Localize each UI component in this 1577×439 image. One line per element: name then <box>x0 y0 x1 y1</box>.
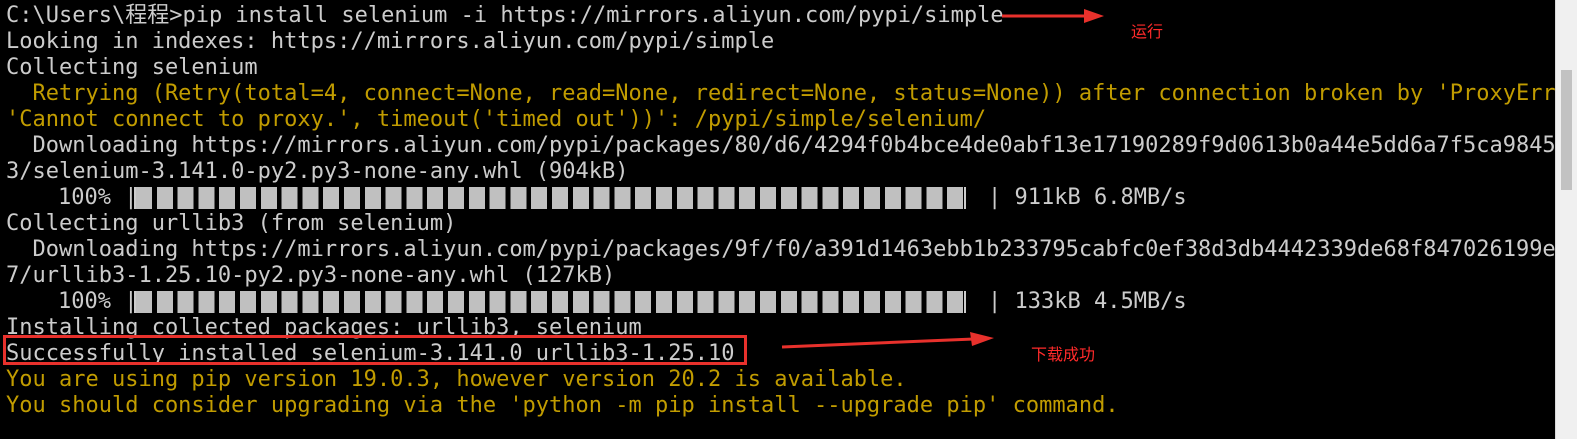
progress-bar <box>134 187 966 209</box>
output-line: 7/urllib3-1.25.10-py2.py3-none-any.whl (… <box>6 263 616 288</box>
output-line: 3/selenium-3.141.0-py2.py3-none-any.whl … <box>6 159 629 184</box>
progress-rate: | 911kB 6.8MB/s <box>988 185 1187 210</box>
warning-line: Retrying (Retry(total=4, connect=None, r… <box>6 81 1555 106</box>
vertical-scrollbar[interactable] <box>1555 0 1577 439</box>
success-highlight-box <box>3 335 747 365</box>
progress-rate: | 133kB 4.5MB/s <box>988 289 1187 314</box>
progress-row: 100% | | 133kB 4.5MB/s <box>6 289 1187 315</box>
output-line: Downloading https://mirrors.aliyun.com/p… <box>6 133 1555 158</box>
console-window[interactable]: C:\Users\程程>pip install selenium -i http… <box>0 0 1555 439</box>
output-line: Collecting selenium <box>6 55 258 80</box>
progress-percent: 100% | <box>58 289 138 314</box>
warning-line: You should consider upgrading via the 'p… <box>6 393 1119 418</box>
arrow-icon <box>1002 9 1104 23</box>
arrow-icon <box>781 332 994 349</box>
run-annotation: 运行 <box>1131 22 1164 41</box>
command-text: pip install selenium -i https://mirrors.… <box>182 3 1004 28</box>
warning-line: You are using pip version 19.0.3, howeve… <box>6 367 907 392</box>
output-line: Collecting urllib3 (from selenium) <box>6 211 457 236</box>
output-line: Downloading https://mirrors.aliyun.com/p… <box>6 237 1555 262</box>
output-line: Looking in indexes: https://mirrors.aliy… <box>6 29 775 54</box>
scrollbar-thumb[interactable] <box>1561 70 1572 190</box>
progress-row: 100% | | 911kB 6.8MB/s <box>6 185 1187 211</box>
progress-percent: 100% | <box>58 185 138 210</box>
warning-line: 'Cannot connect to proxy.', timeout('tim… <box>6 107 987 132</box>
prompt: C:\Users\程程> <box>6 3 183 28</box>
progress-bar <box>134 291 966 313</box>
success-annotation: 下载成功 <box>1031 345 1096 364</box>
command-line: C:\Users\程程>pip install selenium -i http… <box>6 3 1004 29</box>
